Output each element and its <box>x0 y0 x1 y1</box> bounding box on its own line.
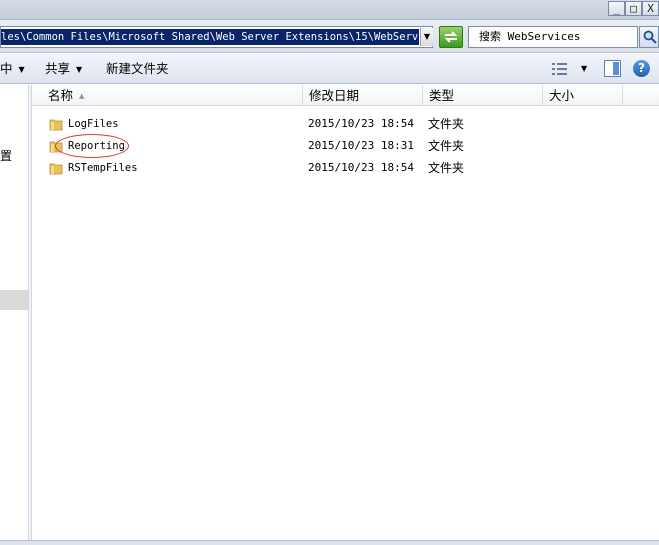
column-header-type[interactable]: 类型 <box>423 85 543 106</box>
chevron-down-icon[interactable]: ▼ <box>581 61 587 77</box>
address-path[interactable]: les\Common Files\Microsoft Shared\Web Se… <box>1 29 419 45</box>
file-list: 名称 ▲ 修改日期 类型 大小 LogFiles 2015/10/23 18:54… <box>32 85 659 540</box>
preview-pane-button[interactable] <box>604 60 621 77</box>
address-bar[interactable]: les\Common Files\Microsoft Shared\Web Se… <box>0 26 433 48</box>
file-name[interactable]: RSTempFiles <box>68 160 138 176</box>
folder-icon <box>49 119 63 131</box>
column-name-label: 名称 <box>48 88 74 103</box>
sort-ascending-icon: ▲ <box>79 92 85 100</box>
search-input[interactable]: 搜索 WebServices <box>468 26 638 48</box>
file-name[interactable]: LogFiles <box>68 116 119 132</box>
refresh-button[interactable] <box>439 26 463 48</box>
nav-selected-item[interactable] <box>0 290 28 310</box>
preview-pane-icon <box>613 62 619 75</box>
command-toolbar: 中 ▼ 共享 ▼ 新建文件夹 ▼ ? <box>0 54 659 84</box>
share-menu-button[interactable]: 共享 ▼ <box>45 61 82 78</box>
navigation-pane[interactable]: 置 <box>0 85 28 545</box>
chevron-down-icon: ▼ <box>76 64 83 74</box>
view-options-icon[interactable] <box>552 62 568 76</box>
organize-menu-button[interactable]: 中 ▼ <box>0 61 25 78</box>
address-dropdown-button[interactable]: ▼ <box>420 28 433 46</box>
file-type: 文件夹 <box>428 117 465 131</box>
folder-icon <box>49 163 63 175</box>
new-folder-button[interactable]: 新建文件夹 <box>106 61 169 77</box>
chevron-down-icon: ▼ <box>18 64 25 74</box>
help-icon: ? <box>638 61 645 75</box>
file-name[interactable]: Reporting <box>68 138 125 154</box>
refresh-icon <box>444 31 458 43</box>
search-icon <box>643 30 657 44</box>
column-header-row: 名称 ▲ 修改日期 类型 大小 <box>32 85 659 106</box>
nav-item-label[interactable]: 置 <box>0 148 12 164</box>
file-row[interactable]: RSTempFiles 2015/10/23 18:54 文件夹 <box>32 157 659 179</box>
search-placeholder: 搜索 WebServices <box>479 30 581 43</box>
file-row[interactable]: Reporting 2015/10/23 18:31 文件夹 <box>32 135 659 157</box>
minimize-button[interactable]: _ <box>608 1 625 16</box>
organize-label: 中 <box>0 61 13 76</box>
address-bar-row: les\Common Files\Microsoft Shared\Web Se… <box>0 20 659 53</box>
maximize-button[interactable]: □ <box>625 1 642 16</box>
window-bottom-edge <box>0 540 659 545</box>
share-label: 共享 <box>45 61 71 76</box>
folder-icon <box>49 141 63 153</box>
close-button[interactable]: X <box>642 1 659 16</box>
file-type: 文件夹 <box>428 139 465 153</box>
help-button[interactable]: ? <box>633 60 650 77</box>
file-row[interactable]: LogFiles 2015/10/23 18:54 文件夹 <box>32 113 659 135</box>
file-modified-date: 2015/10/23 18:54 <box>308 161 414 174</box>
file-modified-date: 2015/10/23 18:31 <box>308 139 414 152</box>
column-header-date[interactable]: 修改日期 <box>303 85 423 106</box>
file-modified-date: 2015/10/23 18:54 <box>308 117 414 130</box>
column-header-name[interactable]: 名称 ▲ <box>42 85 303 106</box>
file-type: 文件夹 <box>428 161 465 175</box>
window-title-bar: _ □ X <box>0 0 659 20</box>
column-header-size[interactable]: 大小 <box>543 85 623 106</box>
search-button[interactable] <box>639 26 659 48</box>
